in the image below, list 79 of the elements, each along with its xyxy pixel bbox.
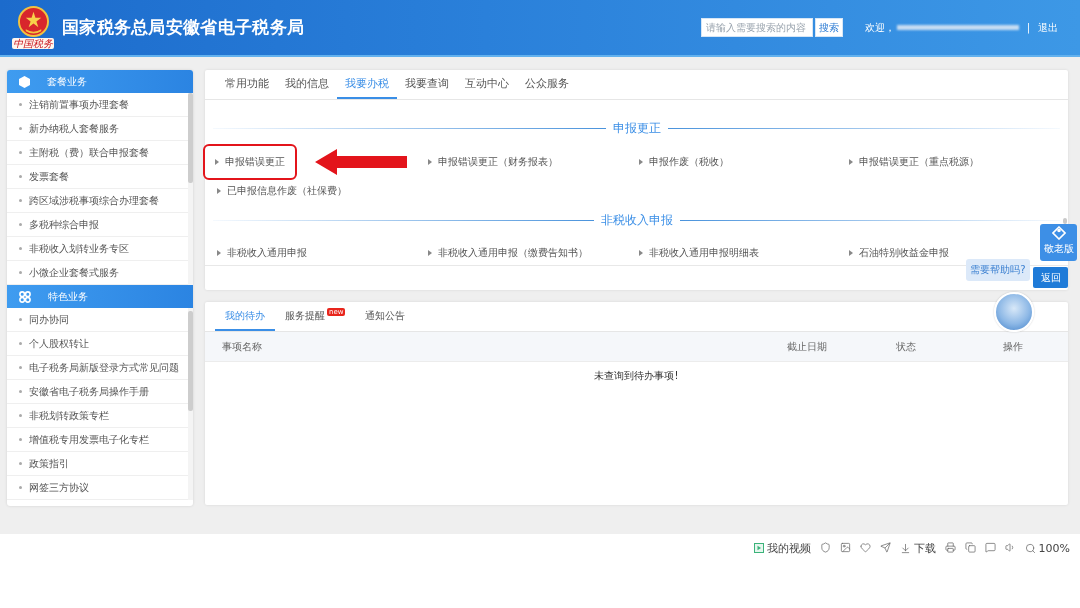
nav-tab[interactable]: 互动中心 xyxy=(457,70,517,99)
nav-tab[interactable]: 公众服务 xyxy=(517,70,577,99)
triangle-bullet-icon xyxy=(217,250,221,256)
nav-tab[interactable]: 我要办税 xyxy=(337,70,397,99)
group-title: 套餐业务 xyxy=(47,74,87,89)
section-title: 申报更正 xyxy=(611,119,662,137)
magnifier-icon xyxy=(1024,542,1036,554)
emblem-icon xyxy=(17,6,49,37)
triangle-bullet-icon xyxy=(215,158,219,165)
bullet-dot-icon xyxy=(19,486,22,489)
bullet-dot-icon xyxy=(19,199,22,202)
nav-tab[interactable]: 我要查询 xyxy=(397,70,457,99)
bullet-dot-icon xyxy=(19,462,22,465)
my-videos-button[interactable]: 我的视频 xyxy=(753,540,811,556)
group-title: 特色业务 xyxy=(48,289,88,304)
zoom-button[interactable]: 100% xyxy=(1024,540,1070,556)
service-link[interactable]: 申报错误更正（重点税源） xyxy=(847,154,980,169)
scrollbar-thumb[interactable] xyxy=(188,311,193,411)
heart-icon[interactable] xyxy=(859,542,871,553)
bullet-dot-icon xyxy=(19,247,22,250)
triangle-bullet-icon xyxy=(427,250,432,256)
logo-caption: 中国税务 xyxy=(12,38,54,49)
highlighted-service-link[interactable]: 申报错误更正 xyxy=(203,143,297,180)
site-title: 国家税务总局安徽省电子税务局 xyxy=(62,16,305,39)
bullet-dot-icon xyxy=(19,438,22,441)
bullet-dot-icon xyxy=(19,342,22,345)
back-button[interactable]: 返回 xyxy=(1033,267,1068,288)
help-bubble: 需要帮助吗? xyxy=(966,259,1030,281)
bullet-dot-icon xyxy=(19,318,22,321)
bullet-dot-icon xyxy=(19,151,22,154)
bullet-dot-icon xyxy=(19,390,22,393)
service-link[interactable]: 申报作废（税收） xyxy=(636,154,729,169)
copy-icon[interactable] xyxy=(964,542,976,553)
bullet-dot-icon xyxy=(19,127,22,130)
cube-icon xyxy=(19,75,30,88)
empty-message: 未查询到待办事项! xyxy=(594,369,679,383)
image-icon[interactable] xyxy=(839,542,851,553)
service-link[interactable]: 石油特别收益金申报 xyxy=(847,246,950,260)
bullet-dot-icon xyxy=(19,175,22,178)
triangle-bullet-icon xyxy=(638,158,643,165)
chat-icon[interactable] xyxy=(984,542,996,553)
service-link[interactable]: 申报错误更正（财务报表） xyxy=(425,154,558,169)
triangle-bullet-icon xyxy=(638,250,643,256)
paper-plane-icon[interactable] xyxy=(879,542,891,553)
service-link[interactable]: 非税收入通用申报（缴费告知书） xyxy=(425,246,588,260)
todo-tab[interactable]: 通知公告 xyxy=(355,302,416,331)
bullet-dot-icon xyxy=(19,271,22,274)
service-link[interactable]: 非税收入通用申报 xyxy=(215,246,307,260)
triangle-bullet-icon xyxy=(849,158,854,165)
avatar-circle[interactable] xyxy=(994,292,1034,332)
play-square-icon xyxy=(753,543,764,553)
search-button[interactable]: 搜索 xyxy=(814,18,843,37)
speaker-icon[interactable] xyxy=(1004,542,1016,553)
column-header: 操作 xyxy=(1003,339,1024,354)
bullet-dot-icon xyxy=(19,223,22,226)
printer-icon[interactable] xyxy=(944,542,956,553)
bullet-dot-icon xyxy=(19,103,22,106)
bullet-dot-icon xyxy=(19,414,22,417)
triangle-bullet-icon xyxy=(217,187,221,194)
shield-icon[interactable] xyxy=(819,542,831,553)
triangle-bullet-icon xyxy=(427,158,432,165)
nav-tab[interactable]: 常用功能 xyxy=(217,70,277,99)
clover-icon xyxy=(19,290,31,303)
column-header: 状态 xyxy=(896,339,917,354)
search-field[interactable]: 请输入需要搜索的内容 xyxy=(700,18,813,37)
column-header: 截止日期 xyxy=(787,339,828,354)
nav-tab[interactable]: 我的信息 xyxy=(277,70,337,99)
section-title: 非税收入申报 xyxy=(599,211,674,229)
service-link[interactable]: 已申报信息作废（社保费） xyxy=(215,183,347,198)
triangle-bullet-icon xyxy=(849,250,854,256)
download-icon xyxy=(899,542,911,554)
bullet-dot-icon xyxy=(19,366,22,369)
welcome-text: 欢迎， xyxy=(864,20,895,35)
download-button[interactable]: 下载 xyxy=(899,540,936,556)
service-link[interactable]: 非税收入通用申报明细表 xyxy=(636,246,759,260)
column-header: 事项名称 xyxy=(222,339,263,354)
separator-text: | xyxy=(1026,22,1030,33)
scrollbar-thumb[interactable] xyxy=(188,93,193,183)
tag-icon xyxy=(1051,226,1066,240)
